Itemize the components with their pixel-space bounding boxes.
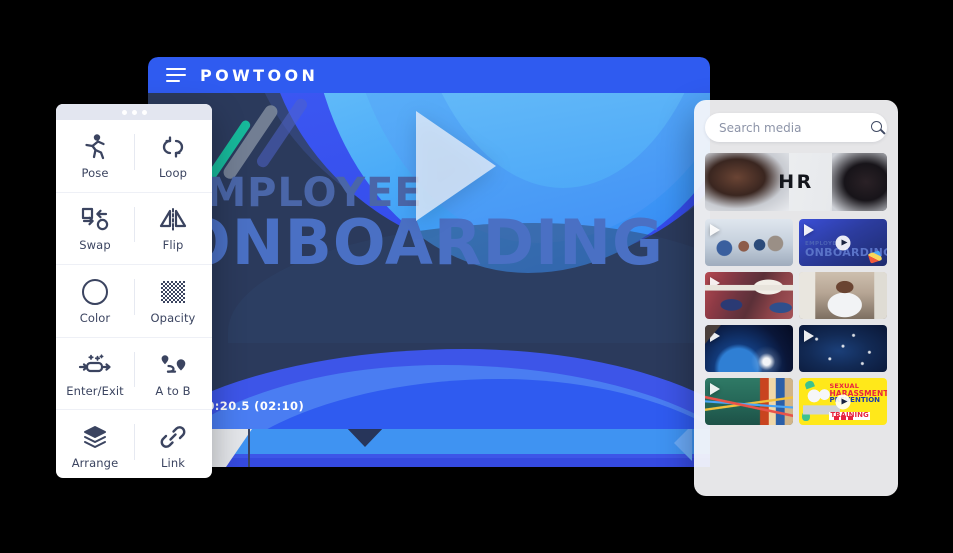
screenshot-stage: POWTOON EMPLOYEE ONBOARDING 00:20.5 (02:… <box>0 0 953 553</box>
thumbnail-smiling-professional[interactable] <box>799 272 887 319</box>
tool-loop[interactable]: Loop <box>134 120 212 192</box>
flip-mirror-icon <box>158 204 188 234</box>
color-circle-icon <box>82 277 108 307</box>
play-icon <box>804 277 814 289</box>
hamburger-icon[interactable] <box>166 68 186 82</box>
play-icon[interactable] <box>416 111 496 221</box>
chain-link-icon <box>159 422 187 452</box>
a-to-b-path-icon <box>158 350 188 380</box>
tool-row: Swap Flip <box>56 193 212 266</box>
search-icon[interactable] <box>871 120 885 135</box>
powtoon-logo: POWTOON <box>200 65 319 85</box>
tool-label: Color <box>79 310 111 325</box>
tool-a-to-b[interactable]: A to B <box>134 338 212 410</box>
tool-row: Arrange Link <box>56 410 212 478</box>
tool-label: Opacity <box>150 310 196 325</box>
layers-stack-icon <box>81 422 109 452</box>
opacity-checker-icon <box>161 277 185 307</box>
video-title-line2: ONBOARDING <box>178 205 664 279</box>
tool-arrange[interactable]: Arrange <box>56 410 134 478</box>
timeline-playhead[interactable] <box>248 429 250 467</box>
tool-row: Pose Loop <box>56 120 212 193</box>
tool-swap[interactable]: Swap <box>56 193 134 265</box>
video-canvas[interactable]: EMPLOYEE ONBOARDING 00:20.5 (02:10) <box>148 93 710 429</box>
hero-person-left <box>705 153 789 211</box>
timecode-label: 00:20.5 (02:10) <box>198 399 305 413</box>
thumbnail-harassment-training[interactable]: SEXUAL HARASSMENT PREVENTION TRAINING <box>799 378 887 425</box>
thumbnail-starfield[interactable] <box>799 325 887 372</box>
swap-shapes-icon <box>80 204 110 234</box>
tool-enter-exit[interactable]: Enter/Exit <box>56 338 134 410</box>
tool-row: Color Opacity <box>56 265 212 338</box>
hero-label: HR <box>778 171 814 193</box>
running-person-icon <box>82 132 108 162</box>
play-badge-icon <box>835 394 851 409</box>
decor-dots <box>834 416 853 420</box>
tool-label: A to B <box>155 383 191 398</box>
tool-row: Enter/Exit A to B <box>56 338 212 411</box>
tool-pose[interactable]: Pose <box>56 120 134 192</box>
tool-flip[interactable]: Flip <box>134 193 212 265</box>
play-icon <box>804 224 814 236</box>
thumbnail-desk-supplies[interactable] <box>705 272 793 319</box>
play-icon <box>710 224 720 236</box>
tool-opacity[interactable]: Opacity <box>134 265 212 337</box>
search-media-box[interactable] <box>705 113 887 142</box>
media-thumbnail-grid: EMPLOYEE ONBOARDING SEXUAL HARASSMENT PR… <box>705 219 887 425</box>
thumbnail-employee-onboarding[interactable]: EMPLOYEE ONBOARDING <box>799 219 887 266</box>
tool-label: Swap <box>79 238 111 253</box>
object-tools-panel: Pose Loop Swap Flip Color Opacity Enter/… <box>56 104 212 478</box>
tool-color[interactable]: Color <box>56 265 134 337</box>
editor-top-bar: POWTOON <box>148 57 710 93</box>
powtoon-editor-window: POWTOON EMPLOYEE ONBOARDING 00:20.5 (02:… <box>148 57 710 467</box>
rocket-decor-icon <box>867 250 883 264</box>
play-icon <box>710 330 720 342</box>
tool-label: Enter/Exit <box>66 383 124 398</box>
thumbnail-team-meeting[interactable] <box>705 219 793 266</box>
tools-grid: Pose Loop Swap Flip Color Opacity Enter/… <box>56 120 212 478</box>
search-input[interactable] <box>717 119 871 136</box>
tool-label: Loop <box>159 165 187 180</box>
tool-label: Link <box>161 456 185 471</box>
loop-arrows-icon <box>159 132 187 162</box>
hero-media-card[interactable]: HR <box>705 153 887 211</box>
drag-handle-dots[interactable] <box>56 104 212 120</box>
timeline-bar[interactable] <box>148 429 710 467</box>
media-library-panel: HR EMPLOYEE ONBOARDING <box>694 100 898 496</box>
thumbnail-pencils-and-books[interactable] <box>705 378 793 425</box>
play-icon <box>710 383 720 395</box>
thumbnail-earth-from-space[interactable] <box>705 325 793 372</box>
hero-person-right <box>832 153 887 211</box>
tool-link[interactable]: Link <box>134 410 212 478</box>
timeline-marker-icon[interactable] <box>344 429 386 447</box>
tool-label: Pose <box>81 165 109 180</box>
enter-exit-arrows-icon <box>78 350 112 380</box>
tool-label: Flip <box>162 238 184 253</box>
play-badge-icon <box>835 235 851 250</box>
play-icon <box>710 277 720 289</box>
timeline-end-wedge <box>674 429 692 461</box>
tool-label: Arrange <box>71 456 119 471</box>
play-icon <box>804 330 814 342</box>
